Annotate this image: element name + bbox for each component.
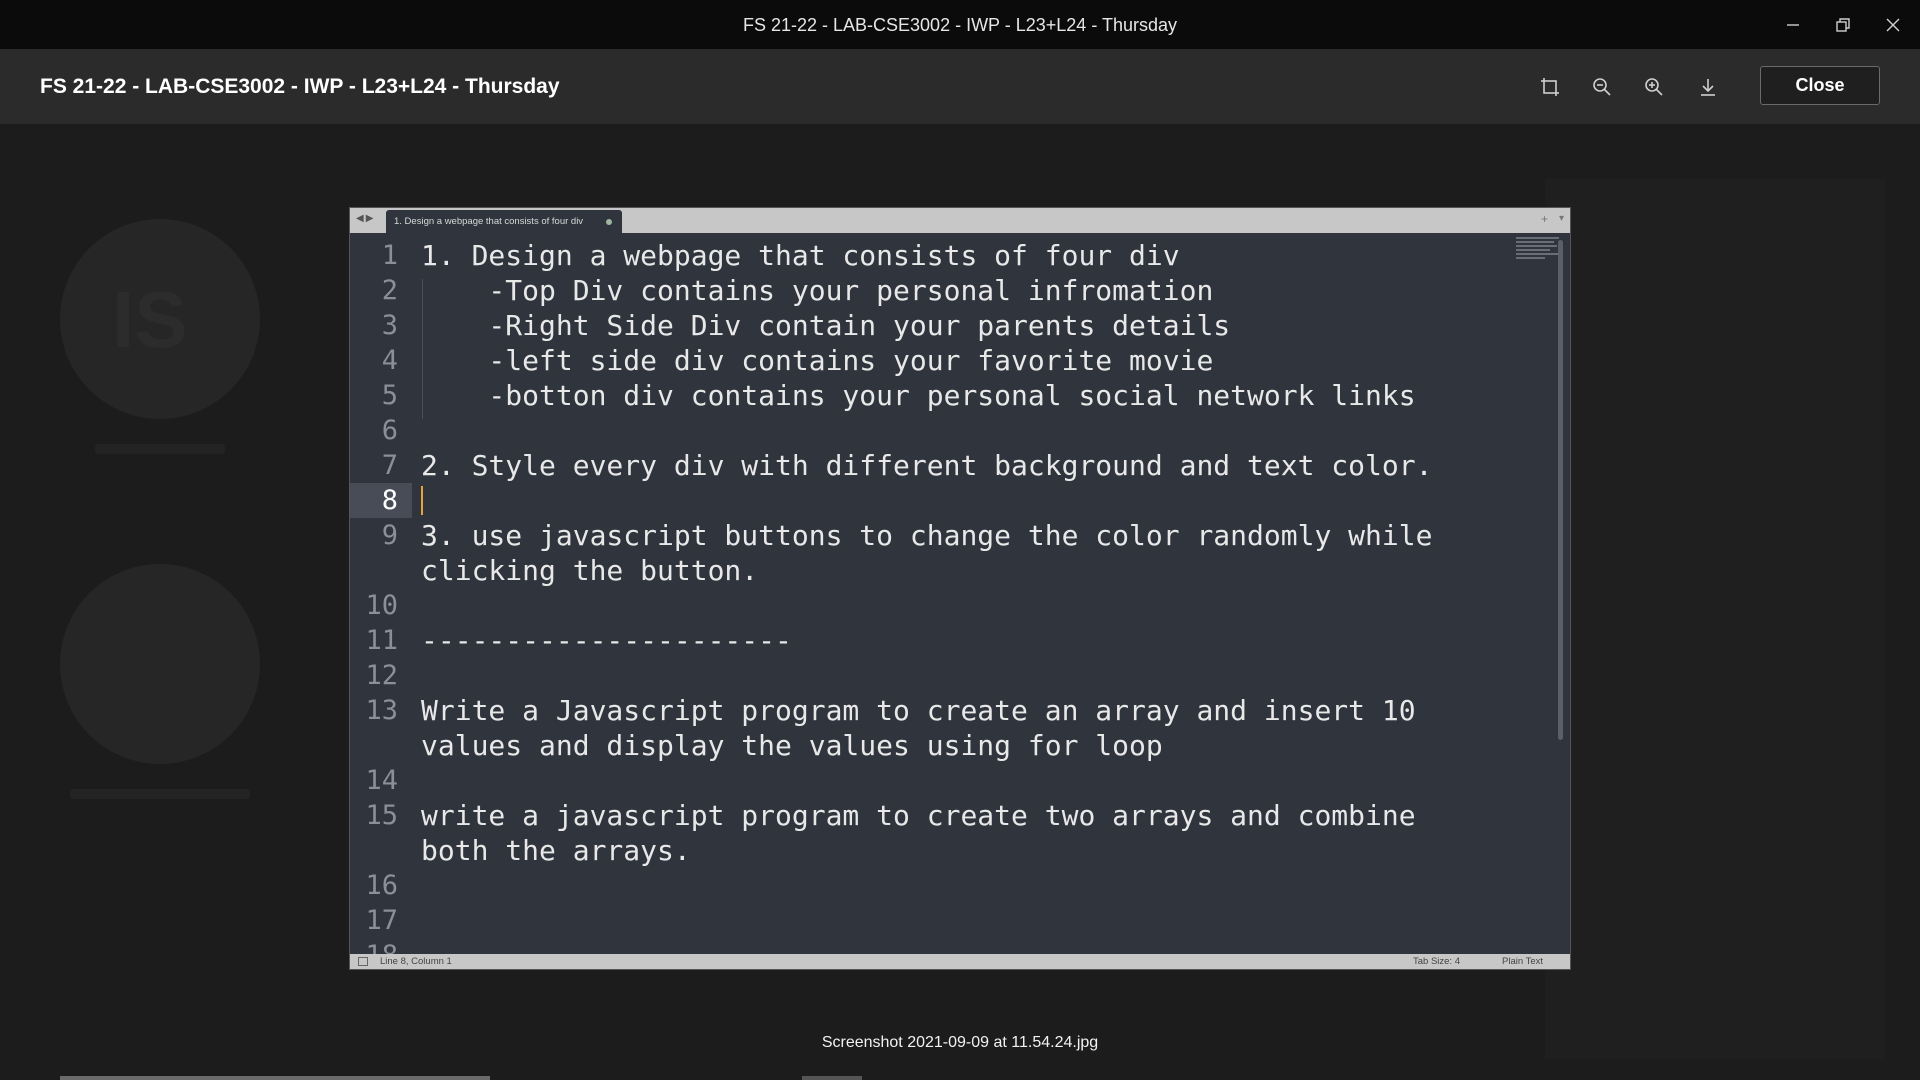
fit-to-screen-button[interactable] <box>1534 71 1566 103</box>
line-text: both the arrays. <box>421 834 691 867</box>
editor-line: 11 ---------------------- <box>350 623 1570 658</box>
tab-menu-icon: ▾ <box>1558 213 1564 224</box>
line-text: Write a Javascript program to create an … <box>421 694 1416 727</box>
zoom-out-icon <box>1593 78 1611 96</box>
line-text: 2. Style every div with different backgr… <box>421 449 1433 482</box>
editor-tab-label: 1. Design a webpage that consists of fou… <box>394 216 584 227</box>
line-number: 11 <box>365 625 398 656</box>
editor-line: 7 2. Style every div with different backg… <box>350 448 1570 483</box>
line-text: -botton div contains your personal socia… <box>421 379 1416 412</box>
editor-line: 3 -Right Side Div contain your parents d… <box>350 308 1570 343</box>
line-number: 4 <box>381 345 398 376</box>
download-button[interactable] <box>1692 71 1724 103</box>
editor-line: 8 <box>350 483 1570 518</box>
editor-line: 9 3. use javascript buttons to change the… <box>350 518 1570 553</box>
progress-strip <box>60 1076 490 1080</box>
file-name: Screenshot 2021-09-09 at 11.54.24.jpg <box>821 1034 1099 1051</box>
editor-line: values and display the values using for … <box>350 728 1570 763</box>
line-text: values and display the values using for … <box>421 729 1163 762</box>
restore-button[interactable] <box>1818 0 1868 49</box>
editor-line: both the arrays. <box>350 833 1570 868</box>
line-number: 12 <box>365 660 398 691</box>
line-number: 6 <box>381 415 398 446</box>
zoom-in-icon <box>1645 78 1663 96</box>
editor-line: 5 -botton div contains your personal soc… <box>350 378 1570 413</box>
line-number: 17 <box>365 905 398 936</box>
line-number: 15 <box>365 800 398 831</box>
editor-line: 1 1. Design a webpage that consists of fo… <box>350 238 1570 273</box>
text-caret <box>421 486 423 515</box>
panel-toggle-icon <box>358 957 368 966</box>
close-button[interactable]: Close <box>1760 66 1880 105</box>
zoom-out-button[interactable] <box>1586 71 1618 103</box>
line-text: 1. Design a webpage that consists of fou… <box>421 239 1180 272</box>
editor-body: 1 1. Design a webpage that consists of fo… <box>350 233 1570 956</box>
editor-statusbar: Line 8, Column 1 Tab Size: 4 Plain Text <box>350 954 1570 969</box>
tab-size: Tab Size: 4 <box>1413 956 1460 967</box>
editor-line: 4 -left side div contains your favorite … <box>350 343 1570 378</box>
syntax-mode: Plain Text <box>1502 956 1544 967</box>
zoom-in-button[interactable] <box>1638 71 1670 103</box>
fit-to-screen-icon <box>1541 78 1559 96</box>
placeholder-text <box>70 789 250 799</box>
editor-line: 14 <box>350 763 1570 798</box>
window-title: FS 21-22 - LAB-CSE3002 - IWP - L23+L24 -… <box>742 15 1178 35</box>
window-titlebar: FS 21-22 - LAB-CSE3002 - IWP - L23+L24 -… <box>0 0 1920 49</box>
line-number: 10 <box>365 590 398 621</box>
editor-tabbar: ◀▶ 1. Design a webpage that consists of … <box>350 208 1570 233</box>
line-number: 2 <box>381 275 398 306</box>
unsaved-dot-icon <box>606 219 612 225</box>
editor-line: 17 <box>350 903 1570 938</box>
editor-line: 10 <box>350 588 1570 623</box>
restore-icon <box>1836 17 1850 32</box>
line-text: write a javascript program to create two… <box>421 799 1416 832</box>
editor-line: 16 <box>350 868 1570 903</box>
line-text: -left side div contains your favorite mo… <box>421 344 1214 377</box>
line-text: ---------------------- <box>421 624 792 657</box>
placeholder-text <box>95 444 225 454</box>
line-text: -Top Div contains your personal infromat… <box>421 274 1214 307</box>
minimap <box>1516 237 1564 267</box>
progress-strip <box>802 1076 862 1080</box>
line-number <box>350 553 412 588</box>
line-number: 16 <box>365 870 398 901</box>
avatar <box>60 564 260 764</box>
line-number: 14 <box>365 765 398 796</box>
window-close-button[interactable] <box>1868 0 1918 49</box>
avatar-initials: IS <box>112 275 188 364</box>
line-text: clicking the button. <box>421 554 759 587</box>
editor-line: 15 write a javascript program to create t… <box>350 798 1570 833</box>
line-number <box>350 728 412 763</box>
line-number: 5 <box>381 380 398 411</box>
editor-tab: 1. Design a webpage that consists of fou… <box>386 210 622 233</box>
line-number: 13 <box>365 695 398 726</box>
viewer-header: FS 21-22 - LAB-CSE3002 - IWP - L23+L24 -… <box>0 49 1920 124</box>
line-number: 8 <box>350 483 412 518</box>
cursor-position: Line 8, Column 1 <box>380 956 452 967</box>
new-tab-icon: + <box>1540 212 1548 226</box>
line-number <box>350 833 412 868</box>
line-number: 3 <box>381 310 398 341</box>
line-text: 3. use javascript buttons to change the … <box>421 519 1433 552</box>
editor-line: clicking the button. <box>350 553 1570 588</box>
image-preview: ◀▶ 1. Design a webpage that consists of … <box>349 207 1571 970</box>
editor-scrollbar <box>1558 240 1563 740</box>
line-number: 1 <box>381 240 398 271</box>
download-icon <box>1701 79 1715 96</box>
tab-nav-arrows-icon: ◀▶ <box>356 213 376 224</box>
editor-line: 13 Write a Javascript program to create a… <box>350 693 1570 728</box>
line-number: 7 <box>381 450 398 481</box>
side-panel <box>1545 179 1885 1059</box>
line-text: -Right Side Div contain your parents det… <box>421 309 1231 342</box>
editor-line: 6 <box>350 413 1570 448</box>
minimize-icon <box>1787 23 1799 26</box>
minimize-button[interactable] <box>1768 0 1818 49</box>
editor-line: 2 -Top Div contains your personal infrom… <box>350 273 1570 308</box>
editor-line: 12 <box>350 658 1570 693</box>
line-number: 9 <box>381 520 398 551</box>
close-icon <box>1886 18 1900 31</box>
viewer-title: FS 21-22 - LAB-CSE3002 - IWP - L23+L24 -… <box>40 75 560 98</box>
